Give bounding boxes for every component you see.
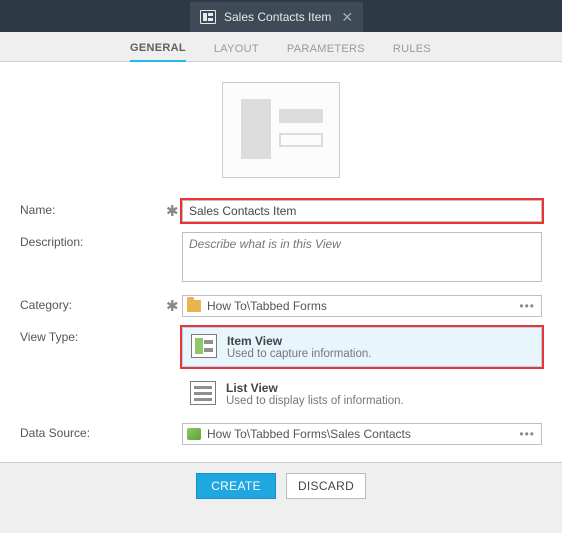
required-icon: ✱	[166, 200, 178, 220]
category-picker[interactable]: How To\Tabbed Forms •••	[182, 295, 542, 317]
view-type-item-desc: Used to capture information.	[227, 348, 371, 360]
footer: CREATE DISCARD	[0, 462, 562, 513]
list-view-icon	[190, 381, 216, 405]
smartobject-icon	[187, 428, 201, 440]
data-source-picker[interactable]: How To\Tabbed Forms\Sales Contacts •••	[182, 423, 542, 445]
close-icon[interactable]: ✕	[339, 9, 355, 26]
item-view-icon	[200, 10, 216, 24]
category-label: Category:	[20, 295, 166, 312]
view-type-list-desc: Used to display lists of information.	[226, 395, 404, 407]
document-tab[interactable]: Sales Contacts Item ✕	[190, 2, 363, 32]
tab-rules[interactable]: RULES	[393, 43, 431, 61]
document-tab-title: Sales Contacts Item	[224, 10, 331, 24]
data-source-label: Data Source:	[20, 423, 166, 440]
name-input[interactable]	[182, 200, 542, 222]
required-icon: ✱	[166, 295, 178, 315]
content-panel: Name: ✱ Description: Category: ✱ How To\…	[0, 62, 562, 462]
view-type-label: View Type:	[20, 327, 166, 344]
description-input[interactable]	[182, 232, 542, 282]
view-type-item-title: Item View	[227, 334, 371, 348]
create-button[interactable]: CREATE	[196, 473, 276, 499]
folder-icon	[187, 300, 201, 312]
name-label: Name:	[20, 200, 166, 217]
tab-general[interactable]: GENERAL	[130, 42, 186, 62]
tab-layout[interactable]: LAYOUT	[214, 43, 259, 61]
description-label: Description:	[20, 232, 166, 249]
item-view-icon	[191, 334, 217, 358]
window-bar: Sales Contacts Item ✕	[0, 0, 562, 32]
ellipsis-icon[interactable]: •••	[517, 427, 537, 441]
view-preview	[20, 82, 542, 178]
discard-button[interactable]: DISCARD	[286, 473, 366, 499]
data-source-value: How To\Tabbed Forms\Sales Contacts	[207, 427, 517, 441]
view-type-list-title: List View	[226, 381, 404, 395]
tab-parameters[interactable]: PARAMETERS	[287, 43, 365, 61]
category-value: How To\Tabbed Forms	[207, 299, 517, 313]
nav-tabs: GENERAL LAYOUT PARAMETERS RULES	[0, 32, 562, 62]
view-type-item[interactable]: Item View Used to capture information.	[182, 327, 542, 367]
view-type-list[interactable]: List View Used to display lists of infor…	[182, 375, 542, 413]
ellipsis-icon[interactable]: •••	[517, 299, 537, 313]
